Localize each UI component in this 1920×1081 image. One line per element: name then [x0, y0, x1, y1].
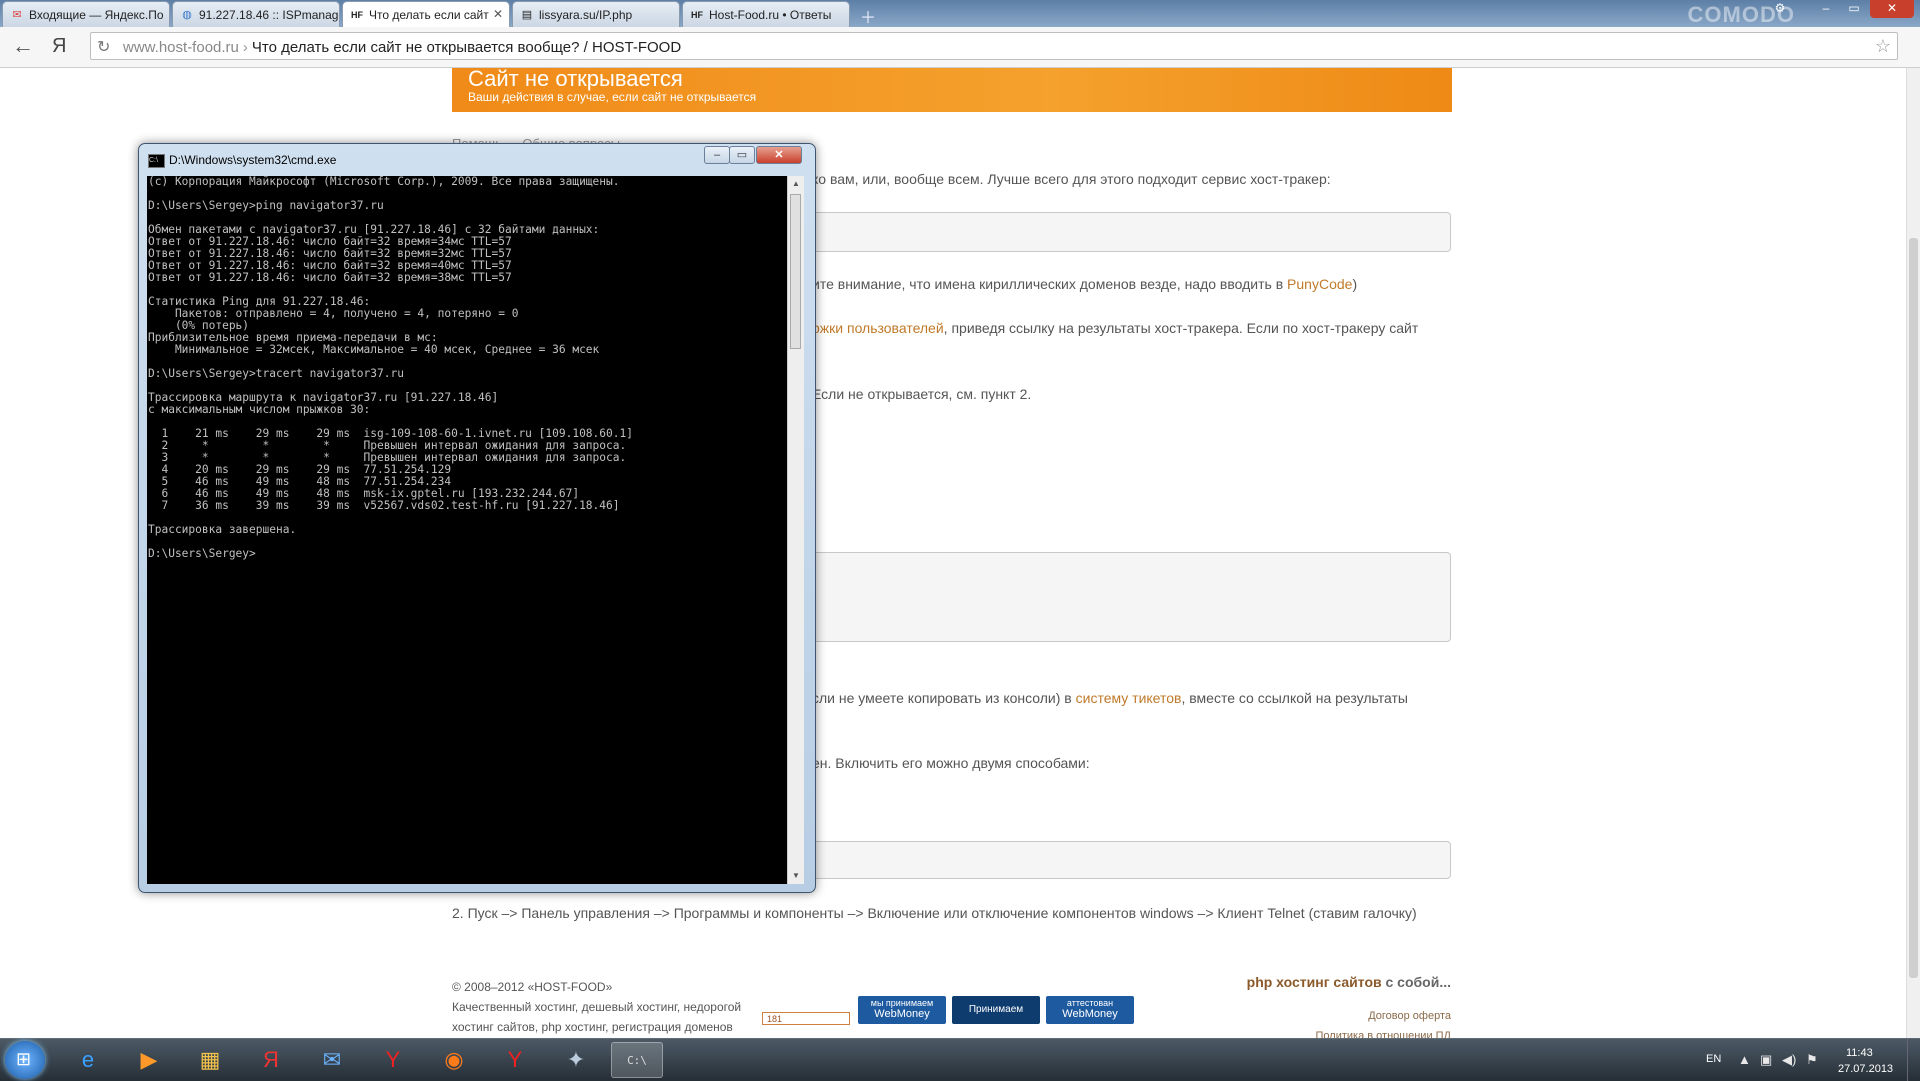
cmd-scrollbar[interactable]: ▲ ▼: [787, 176, 804, 884]
cmd-window-title: D:\Windows\system32\cmd.exe: [169, 153, 337, 167]
network-icon[interactable]: ▣: [1760, 1052, 1772, 1068]
footer-slogan: php хостинг сайтов с собой...: [1246, 974, 1451, 990]
language-indicator[interactable]: EN: [1706, 1053, 1721, 1065]
tab-lissyara[interactable]: ▤ lissyara.su/IP.php: [512, 1, 680, 27]
taskbar-yandex-browser-2-icon[interactable]: Y: [489, 1042, 541, 1078]
accept-payment-badge[interactable]: Принимаем: [952, 996, 1040, 1024]
page-icon: ▤: [521, 9, 533, 21]
webmoney-attested-badge[interactable]: аттестован WebMoney: [1046, 996, 1134, 1024]
taskbar-explorer-icon[interactable]: ▦: [184, 1042, 236, 1078]
maximize-window-button[interactable]: ▭: [1840, 0, 1868, 18]
punycode-link[interactable]: PunyCode: [1287, 276, 1352, 292]
console-output[interactable]: (c) Корпорация Майкрософт (Microsoft Cor…: [147, 176, 787, 884]
back-arrow-icon[interactable]: ←: [12, 34, 34, 58]
article-text: ржки пользователей, приведя ссылку на ре…: [812, 320, 1419, 336]
clock-time[interactable]: 11:43: [1846, 1047, 1873, 1059]
action-center-icon[interactable]: ⚑: [1806, 1052, 1818, 1068]
mail-icon: ✉: [12, 9, 22, 21]
page-subtitle: Ваши действия в случае, если сайт не отк…: [468, 90, 757, 104]
taskbar-mail-icon[interactable]: ✉: [306, 1042, 358, 1078]
globe-icon: ◍: [182, 9, 192, 21]
page-banner: Сайт не открывается Ваши действия в случ…: [452, 68, 1452, 112]
tab-label: Host-Food.ru • Ответы: [709, 8, 832, 22]
scrollbar-thumb[interactable]: [1909, 238, 1918, 978]
page-title: Сайт не открывается: [468, 68, 683, 91]
tab-inbox[interactable]: ✉ Входящие — Яндекс.По: [2, 1, 170, 27]
show-desktop-button[interactable]: [1907, 1039, 1920, 1081]
cmd-close-button[interactable]: ✕: [756, 146, 802, 164]
article-text: Если не открывается, см. пункт 2.: [812, 386, 1032, 402]
taskbar-yandex-browser-icon[interactable]: Y: [367, 1042, 419, 1078]
tab-ispmanager[interactable]: ◍ 91.227.18.46 :: ISPmanager: [172, 1, 340, 27]
tab-label: Что делать если сайт: [369, 8, 489, 22]
start-button[interactable]: ⊞: [5, 1041, 45, 1079]
close-tab-icon[interactable]: ✕: [493, 7, 503, 21]
browser-tab-strip: ✉ Входящие — Яндекс.По ◍ 91.227.18.46 ::…: [0, 0, 1920, 27]
ticket-system-link[interactable]: систему тикетов: [1076, 690, 1182, 706]
footer-copyright: © 2008–2012 «HOST-FOOD» Качественный хос…: [452, 980, 742, 1034]
bookmark-star-icon[interactable]: ☆: [1875, 36, 1891, 57]
browser-toolbar: ← Я ↻ www.host-food.ru › Что делать если с…: [0, 27, 1920, 68]
tab-host-food-answers[interactable]: HF Host-Food.ru • Ответы: [682, 1, 850, 27]
scroll-up-arrow-icon[interactable]: ▲: [788, 176, 804, 192]
show-hidden-icons-icon[interactable]: ▲: [1738, 1052, 1751, 1067]
taskbar-settings-tool-icon[interactable]: ✦: [550, 1042, 602, 1078]
page-scrollbar[interactable]: [1906, 68, 1920, 1038]
console-text: (c) Корпорация Майкрософт (Microsoft Cor…: [148, 176, 633, 560]
article-text: ен. Включить его можно двумя способами:: [812, 755, 1090, 771]
tab-label: 91.227.18.46 :: ISPmanager: [199, 8, 340, 22]
cmd-scrollbar-thumb[interactable]: [790, 194, 801, 349]
taskbar-media-player-icon[interactable]: ▶: [123, 1042, 175, 1078]
taskbar-yandex-app-icon[interactable]: Я: [245, 1042, 297, 1078]
volume-icon[interactable]: ◀): [1782, 1052, 1796, 1068]
yandex-icon[interactable]: Я: [52, 34, 70, 58]
article-text: 2. Пуск –> Панель управления –> Программ…: [452, 905, 1417, 921]
article-text: сли не умеете копировать из консоли) в с…: [812, 690, 1408, 706]
gear-icon[interactable]: ⚙: [1766, 0, 1794, 18]
clock-date[interactable]: 27.07.2013: [1838, 1063, 1893, 1075]
visit-counter[interactable]: 181: [762, 1012, 850, 1025]
support-link[interactable]: ржки пользователей: [812, 320, 944, 336]
tab-label: Входящие — Яндекс.По: [29, 8, 164, 22]
console-icon: C:\: [148, 154, 165, 168]
minimize-window-button[interactable]: –: [1812, 0, 1840, 18]
taskbar-firefox-icon[interactable]: ◉: [428, 1042, 480, 1078]
close-window-button[interactable]: ✕: [1870, 0, 1914, 18]
taskbar-cmd-icon[interactable]: C:\: [611, 1042, 663, 1078]
taskbar-ie-icon[interactable]: e: [62, 1042, 114, 1078]
reload-icon[interactable]: ↻: [97, 37, 110, 57]
scroll-down-arrow-icon[interactable]: ▼: [788, 868, 804, 884]
address-bar[interactable]: ↻ www.host-food.ru › Что делать если сайт …: [90, 32, 1898, 60]
url-text[interactable]: www.host-food.ru › Что делать если сайт не…: [123, 39, 681, 56]
new-tab-button[interactable]: ＋: [860, 4, 880, 27]
cmd-maximize-button[interactable]: ▭: [729, 146, 755, 164]
cmd-minimize-button[interactable]: –: [704, 146, 730, 164]
cmd-window[interactable]: C:\ D:\Windows\system32\cmd.exe – ▭ ✕ (c…: [138, 143, 816, 893]
webmoney-badge[interactable]: мы принимаем WebMoney: [858, 996, 946, 1024]
article-text: ко вам, или, вообще всем. Лучше всего дл…: [812, 171, 1331, 187]
windows-logo-icon: ⊞: [16, 1049, 32, 1069]
privacy-policy-link[interactable]: Политика в отношении ПД: [1316, 1030, 1451, 1038]
tab-label: lissyara.su/IP.php: [539, 8, 633, 22]
host-food-icon: HF: [691, 10, 703, 20]
host-food-icon: HF: [351, 10, 363, 20]
article-text: ите внимание, что имена кириллических до…: [812, 276, 1358, 292]
tab-host-food-article[interactable]: HF Что делать если сайт ✕: [342, 1, 510, 27]
offer-agreement-link[interactable]: Договор оферта: [1368, 1010, 1451, 1022]
taskbar: ⊞ e ▶ ▦ Я ✉ Y ◉ Y ✦ C:\ EN ▲ ▣ ◀) ⚑ 11:43 27.07.2…: [0, 1038, 1920, 1081]
